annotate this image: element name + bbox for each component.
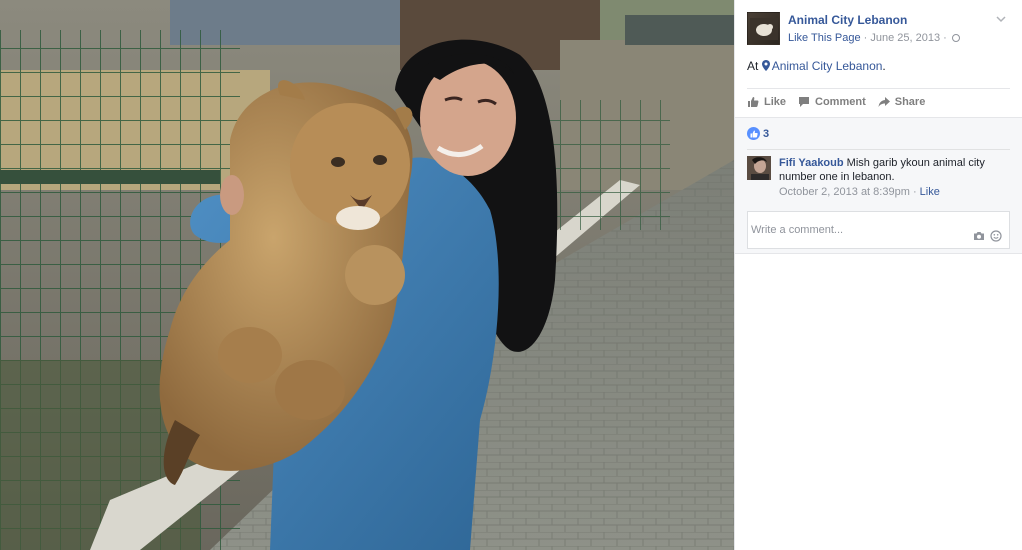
location-line: At Animal City Lebanon.	[747, 59, 886, 73]
location-link[interactable]: Animal City Lebanon	[772, 59, 883, 73]
camera-icon[interactable]	[973, 230, 985, 242]
meta-separator: ·	[863, 32, 868, 44]
like-reaction-icon	[747, 127, 760, 140]
post-photo[interactable]	[0, 0, 734, 550]
comment-like-link[interactable]: Like	[920, 186, 940, 198]
comment-label: Comment	[815, 96, 866, 108]
comment-timestamp[interactable]: October 2, 2013 at 8:39pm	[779, 186, 910, 198]
share-icon	[878, 97, 890, 107]
like-button[interactable]: Like	[747, 96, 786, 108]
page-avatar[interactable]	[747, 12, 780, 45]
share-button[interactable]: Share	[878, 96, 926, 108]
photo-image	[0, 0, 734, 550]
post-actions: Like Comment Share	[747, 88, 1010, 115]
location-prefix: At	[747, 59, 759, 73]
meta-separator: ·	[943, 32, 947, 44]
chevron-down-icon[interactable]	[994, 12, 1008, 26]
reaction-summary[interactable]: 3	[747, 127, 769, 140]
globe-icon	[951, 34, 960, 42]
comment-author-link[interactable]: Fifi Yaakoub	[779, 157, 844, 169]
comments-section: 3 Fifi Yaakoub Mish garib ykoun animal c…	[735, 117, 1022, 254]
map-pin-icon	[761, 60, 770, 71]
post-meta: Like This Page · June 25, 2013 ·	[788, 32, 960, 44]
comment-meta-separator: ·	[912, 186, 917, 198]
comment-body: Fifi Yaakoub Mish garib ykoun animal cit…	[779, 156, 1010, 184]
share-label: Share	[894, 96, 926, 108]
like-page-link[interactable]: Like This Page	[788, 32, 861, 44]
divider	[747, 149, 1010, 150]
post-side-panel: Animal City Lebanon Like This Page · Jun…	[734, 0, 1022, 550]
emoji-icon[interactable]	[990, 230, 1002, 242]
page-name-link[interactable]: Animal City Lebanon	[788, 13, 907, 27]
post-date[interactable]: June 25, 2013	[870, 32, 940, 44]
thumbs-up-icon	[748, 97, 759, 107]
lion-avatar-icon	[749, 17, 778, 40]
comment-meta: October 2, 2013 at 8:39pm · Like	[779, 186, 940, 198]
person-avatar-icon	[747, 156, 771, 180]
reaction-count: 3	[763, 127, 770, 140]
comment-composer[interactable]	[747, 211, 1010, 249]
commenter-avatar[interactable]	[747, 156, 771, 180]
comment-button[interactable]: Comment	[798, 96, 866, 108]
post-header: Animal City Lebanon Like This Page · Jun…	[735, 0, 1022, 52]
location-suffix: .	[882, 59, 886, 73]
like-label: Like	[764, 96, 787, 108]
comment-icon	[799, 97, 810, 107]
comment-input[interactable]	[748, 212, 968, 248]
